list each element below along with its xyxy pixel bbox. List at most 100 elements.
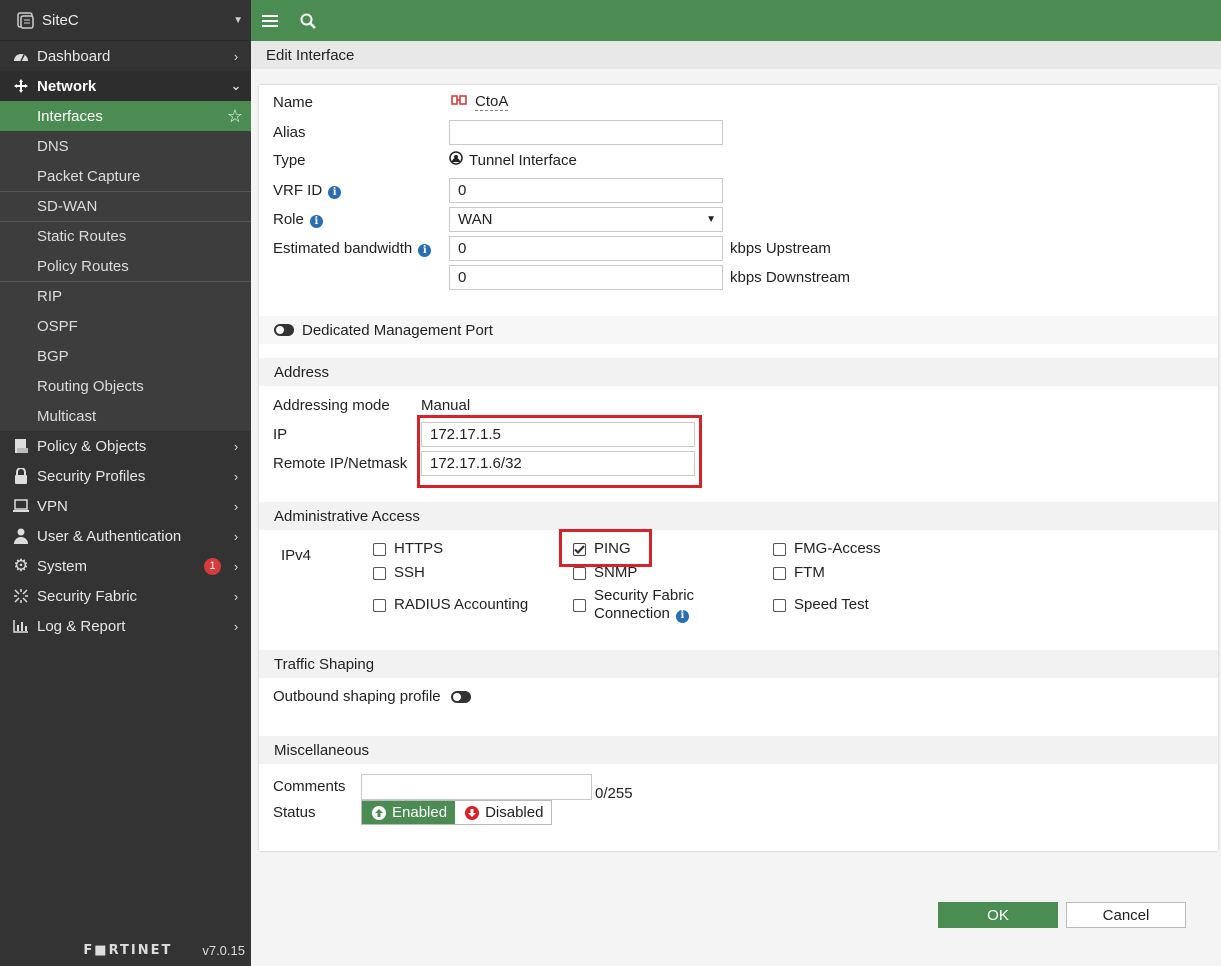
nav-label: System xyxy=(37,557,88,575)
sidebar-item-routing-objects[interactable]: Routing Objects xyxy=(0,371,251,401)
alias-input[interactable] xyxy=(449,120,723,145)
sidebar-item-ospf[interactable]: OSPF xyxy=(0,311,251,341)
ok-button[interactable]: OK xyxy=(938,902,1058,928)
chevron-right-icon: › xyxy=(233,588,239,604)
outbound-shaping-row: Outbound shaping profile xyxy=(273,688,479,705)
checkbox-label-text: Connection xyxy=(594,605,670,622)
sub-label: Packet Capture xyxy=(37,167,141,185)
hamburger-icon xyxy=(262,14,278,27)
sidebar-item-dns[interactable]: DNS xyxy=(0,131,251,161)
vrf-id-input[interactable]: 0 xyxy=(449,178,723,203)
status-disabled-button[interactable]: Disabled xyxy=(455,801,552,824)
speed-test-checkbox[interactable]: Speed Test xyxy=(773,596,869,613)
chevron-right-icon: › xyxy=(233,618,239,634)
upstream-input[interactable]: 0 xyxy=(449,236,723,261)
snmp-checkbox[interactable]: SNMP xyxy=(573,564,637,581)
nav-log-report[interactable]: Log & Report › xyxy=(0,611,251,641)
nav-label: Policy & Objects xyxy=(37,437,147,455)
nav-security-profiles[interactable]: Security Profiles › xyxy=(0,461,251,491)
nav-label: Security Profiles xyxy=(37,467,146,485)
checkbox-box xyxy=(373,567,386,580)
user-icon xyxy=(12,527,30,545)
laptop-icon xyxy=(12,497,30,515)
checkbox-label: FMG-Access xyxy=(794,540,881,557)
sidebar-item-rip[interactable]: RIP xyxy=(0,281,251,311)
radius-accounting-checkbox[interactable]: RADIUS Accounting xyxy=(373,596,528,613)
nav-security-fabric[interactable]: Security Fabric › xyxy=(0,581,251,611)
tunnel-icon xyxy=(451,93,467,111)
star-icon[interactable]: ☆ xyxy=(227,106,243,127)
nav-user-auth[interactable]: User & Authentication › xyxy=(0,521,251,551)
admin-access-section-header: Administrative Access xyxy=(259,502,1218,530)
menu-toggle-button[interactable] xyxy=(251,0,289,41)
dedicated-management-toggle[interactable] xyxy=(274,324,294,336)
ftm-checkbox[interactable]: FTM xyxy=(773,564,825,581)
checkbox-label: Speed Test xyxy=(794,596,869,613)
disabled-label: Disabled xyxy=(485,804,544,821)
info-icon[interactable]: i xyxy=(675,609,689,623)
info-icon[interactable]: i xyxy=(309,215,323,228)
checkbox-label-line: Security Fabric xyxy=(594,587,695,604)
chart-icon xyxy=(12,617,30,635)
type-row: Type Tunnel Interface xyxy=(273,151,577,169)
chevron-right-icon: › xyxy=(233,498,239,514)
nav-label: Dashboard xyxy=(37,47,111,65)
nav-label: Log & Report xyxy=(37,617,126,635)
downstream-input[interactable]: 0 xyxy=(449,265,723,290)
security-fabric-connection-checkbox[interactable]: Security Fabric Connection i xyxy=(573,587,694,623)
https-checkbox[interactable]: HTTPS xyxy=(373,540,443,557)
sidebar-item-multicast[interactable]: Multicast xyxy=(0,401,251,431)
bandwidth-row: Estimated bandwidth i 0 kbps Upstream xyxy=(273,236,831,261)
chevron-right-icon: › xyxy=(233,48,239,64)
fmg-access-checkbox[interactable]: FMG-Access xyxy=(773,540,881,557)
device-selector[interactable]: SiteC ▼ xyxy=(0,0,251,41)
search-icon xyxy=(300,13,316,29)
comments-row: Comments 0/255 xyxy=(273,771,633,802)
upstream-unit: kbps Upstream xyxy=(730,240,831,257)
info-icon[interactable]: i xyxy=(418,244,432,257)
role-select[interactable]: WAN ▼ xyxy=(449,207,723,232)
alias-label: Alias xyxy=(273,124,306,141)
nav-network[interactable]: Network ⌄ xyxy=(0,71,251,101)
addressing-mode-row: Addressing mode Manual xyxy=(273,397,470,414)
nav-system[interactable]: ⚙ System 1 › xyxy=(0,551,251,581)
sidebar-item-packet-capture[interactable]: Packet Capture xyxy=(0,161,251,191)
search-button[interactable] xyxy=(289,0,327,41)
status-enabled-button[interactable]: Enabled xyxy=(362,801,456,824)
arrow-down-circle-icon xyxy=(465,805,480,820)
ssh-checkbox[interactable]: SSH xyxy=(373,564,425,581)
nav-vpn[interactable]: VPN › xyxy=(0,491,251,521)
comments-textarea[interactable] xyxy=(361,773,592,800)
info-icon[interactable]: i xyxy=(328,186,342,199)
fabric-icon xyxy=(12,587,30,605)
outbound-shaping-toggle[interactable] xyxy=(450,690,471,703)
comments-char-count: 0/255 xyxy=(595,785,633,802)
enabled-label: Enabled xyxy=(392,804,448,821)
checkbox-box xyxy=(573,567,586,580)
checkbox-label: RADIUS Accounting xyxy=(394,596,529,613)
addressing-mode-label: Addressing mode xyxy=(273,397,390,414)
name-label: Name xyxy=(273,93,314,111)
nav-label: Network xyxy=(37,77,97,95)
nav-policy-objects[interactable]: Policy & Objects › xyxy=(0,431,251,461)
dedicated-management-row: Dedicated Management Port xyxy=(259,316,1218,344)
sidebar-item-interfaces[interactable]: Interfaces ☆ xyxy=(0,101,251,131)
nav-label: User & Authentication xyxy=(37,527,182,545)
nav-label: VPN xyxy=(37,497,68,515)
vrf-label-text: VRF ID xyxy=(273,182,323,199)
address-section-header: Address xyxy=(259,358,1218,386)
gear-icon: ⚙ xyxy=(13,556,29,575)
page-title: Edit Interface xyxy=(251,41,1221,69)
checkbox-box xyxy=(573,599,586,612)
chevron-right-icon: › xyxy=(233,468,239,484)
chevron-right-icon: › xyxy=(233,558,239,574)
sidebar-item-static-routes[interactable]: Static Routes xyxy=(0,221,251,251)
cancel-button[interactable]: Cancel xyxy=(1066,902,1186,928)
sub-label: Routing Objects xyxy=(37,377,144,395)
ip-label: IP xyxy=(273,426,288,443)
sidebar-item-sd-wan[interactable]: SD-WAN xyxy=(0,191,251,221)
checkbox-label-line-2: Connection i xyxy=(594,605,694,623)
sidebar-item-policy-routes[interactable]: Policy Routes xyxy=(0,251,251,281)
nav-dashboard[interactable]: Dashboard › xyxy=(0,41,251,71)
sidebar-item-bgp[interactable]: BGP xyxy=(0,341,251,371)
